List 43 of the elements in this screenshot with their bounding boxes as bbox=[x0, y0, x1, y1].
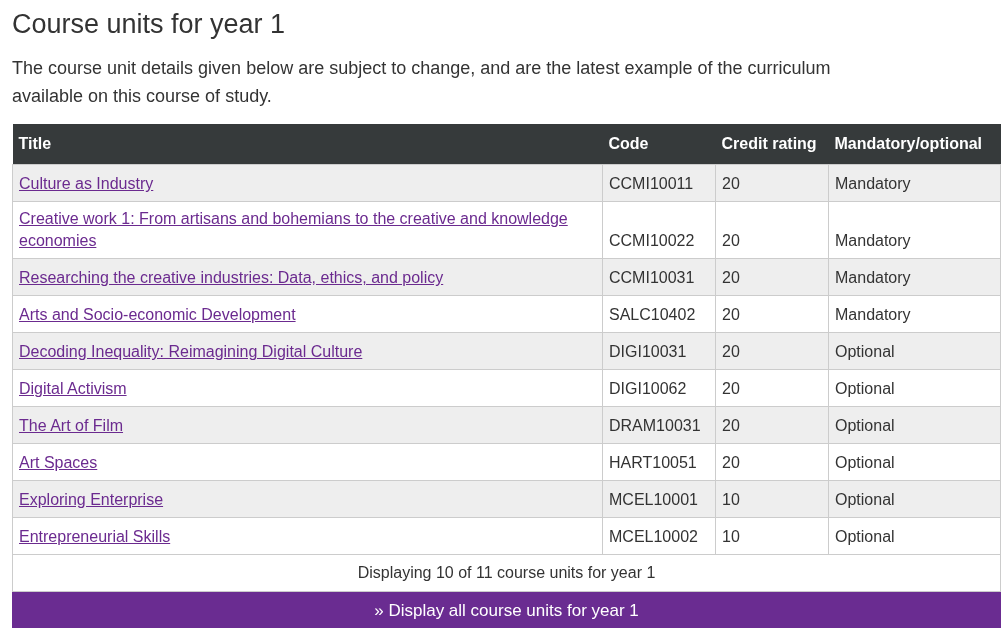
table-cell: 20 bbox=[715, 164, 829, 202]
table-cell: Mandatory bbox=[828, 164, 1001, 202]
table-cell: Mandatory bbox=[828, 258, 1001, 296]
table-cell: CCMI10031 bbox=[602, 258, 716, 296]
course-title-link[interactable]: Digital Activism bbox=[19, 378, 127, 401]
intro-paragraph: The course unit details given below are subject to change, and are the latest example of the curriculum available on this course of study. bbox=[12, 57, 832, 109]
table-cell: 20 bbox=[715, 201, 829, 259]
course-title-link[interactable]: Exploring Enterprise bbox=[19, 489, 164, 512]
table-cell: 10 bbox=[715, 517, 829, 555]
table-cell: Optional bbox=[828, 369, 1001, 407]
table-cell: 20 bbox=[715, 332, 829, 370]
table-cell: MCEL10001 bbox=[602, 480, 716, 518]
table-cell: Optional bbox=[828, 517, 1001, 555]
table-cell: CCMI10022 bbox=[602, 201, 716, 259]
table-cell: 20 bbox=[715, 369, 829, 407]
course-title-link[interactable]: Entrepreneurial Skills bbox=[19, 526, 171, 549]
table-cell: Optional bbox=[828, 443, 1001, 481]
table-cell: 10 bbox=[715, 480, 829, 518]
table-cell: Optional bbox=[828, 332, 1001, 370]
table-cell: HART10051 bbox=[602, 443, 716, 481]
table-cell: Optional bbox=[828, 480, 1001, 518]
column-header: Code bbox=[602, 124, 716, 165]
table-cell: 20 bbox=[715, 258, 829, 296]
table-cell: DIGI10031 bbox=[602, 332, 716, 370]
table-cell: 20 bbox=[715, 295, 829, 333]
column-header: Credit rating bbox=[715, 124, 829, 165]
page-heading: Course units for year 1 bbox=[12, 8, 287, 41]
table-cell: SALC10402 bbox=[602, 295, 716, 333]
table-cell: Mandatory bbox=[828, 295, 1001, 333]
display-all-button[interactable]: » Display all course units for year 1 bbox=[12, 592, 1001, 628]
course-title-link[interactable]: Art Spaces bbox=[19, 452, 98, 475]
course-title-link[interactable]: Culture as Industry bbox=[19, 173, 154, 196]
table-cell: 20 bbox=[715, 443, 829, 481]
course-title-link[interactable]: The Art of Film bbox=[19, 415, 124, 438]
table-cell: MCEL10002 bbox=[602, 517, 716, 555]
table-cell: CCMI10011 bbox=[602, 164, 716, 202]
column-header: Title bbox=[12, 124, 603, 165]
table-cell: Mandatory bbox=[828, 201, 1001, 259]
table-cell: DIGI10062 bbox=[602, 369, 716, 407]
table-cell: DRAM10031 bbox=[602, 406, 716, 444]
table-cell: Optional bbox=[828, 406, 1001, 444]
table-cell: 20 bbox=[715, 406, 829, 444]
column-header: Mandatory/optional bbox=[828, 124, 1001, 165]
